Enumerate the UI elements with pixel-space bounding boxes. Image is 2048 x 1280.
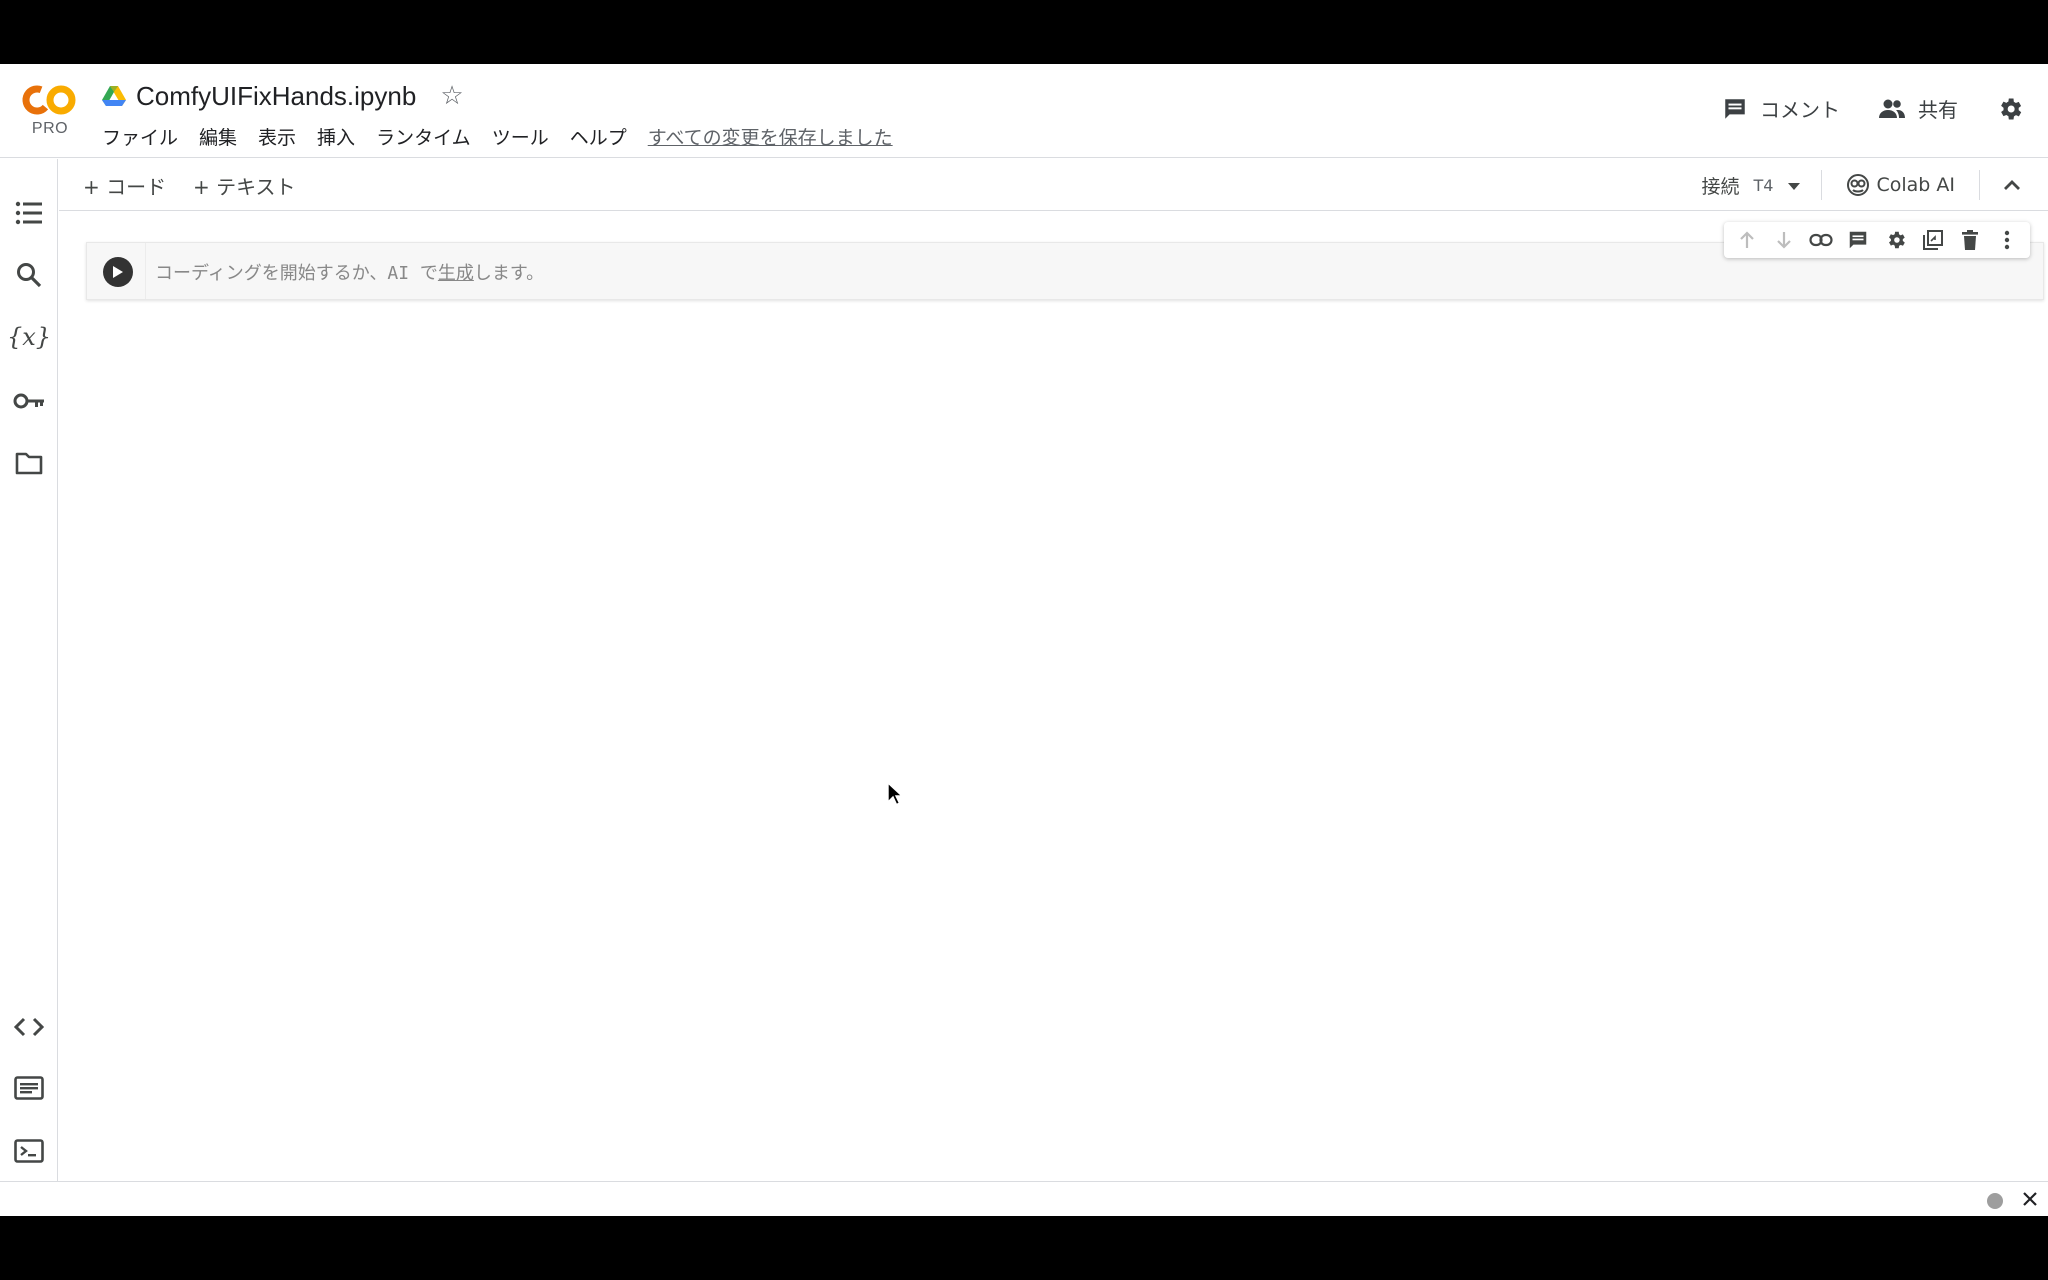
status-bar (0, 1181, 2048, 1216)
terminal-icon[interactable] (13, 1135, 45, 1167)
cell-toolbar (1724, 222, 2030, 258)
chevron-up-icon[interactable] (1980, 178, 2022, 192)
colab-logo-icon (22, 85, 76, 115)
move-up-icon[interactable] (1728, 222, 1765, 258)
letterbox-bottom (0, 1216, 2048, 1280)
trash-icon[interactable] (1952, 222, 1989, 258)
google-drive-icon (102, 85, 126, 107)
cell-editor-placeholder[interactable]: コーディングを開始するか、AI で 生成 します。 (155, 257, 544, 287)
menu-tools[interactable]: ツール (492, 123, 549, 150)
people-icon (1878, 97, 1906, 121)
menu-bar: ファイル 編集 表示 挿入 ランタイム ツール ヘルプ すべての変更を保存しまし… (102, 122, 893, 150)
secrets-key-icon[interactable] (13, 385, 45, 417)
close-icon[interactable] (2018, 1187, 2042, 1211)
link-icon[interactable] (1803, 222, 1840, 258)
files-folder-icon[interactable] (13, 447, 45, 479)
comment-label: コメント (1760, 98, 1840, 122)
title-row: ComfyUIFixHands.ipynb ☆ (102, 78, 464, 114)
left-sidebar: {x} (0, 159, 58, 1181)
notebook-toolbar: + コード + テキスト 接続 T4 Colab AI (59, 159, 2048, 211)
comment-icon[interactable] (1840, 222, 1877, 258)
add-text-button[interactable]: + テキスト (193, 171, 296, 200)
save-status-link[interactable]: すべての変更を保存しました (648, 123, 893, 150)
more-vert-icon[interactable] (1989, 222, 2026, 258)
code-snippets-icon[interactable] (13, 1011, 45, 1043)
comment-icon (1722, 96, 1748, 122)
search-icon[interactable] (13, 259, 45, 291)
colab-app: PRO ComfyUIFixHands.ipynb ☆ ファイル 編集 表示 挿… (0, 64, 2048, 1216)
move-down-icon[interactable] (1765, 222, 1802, 258)
variables-icon[interactable]: {x} (7, 321, 51, 353)
comment-button[interactable]: コメント (1722, 94, 1840, 123)
generate-link[interactable]: 生成 (438, 259, 474, 285)
status-indicator-icon (1987, 1193, 2003, 1209)
settings-button[interactable] (1996, 95, 2024, 123)
runtime-type: T4 (1753, 175, 1774, 195)
command-palette-icon[interactable] (13, 1072, 45, 1104)
mouse-cursor-icon (887, 781, 904, 806)
connect-button[interactable]: 接続 T4 (1702, 172, 1822, 199)
colab-ai-label: Colab AI (1876, 174, 1955, 196)
menu-file[interactable]: ファイル (102, 123, 178, 150)
mirror-cell-icon[interactable] (1914, 222, 1951, 258)
table-of-contents-icon[interactable] (13, 197, 45, 229)
share-label: 共有 (1918, 98, 1958, 122)
notebook-title[interactable]: ComfyUIFixHands.ipynb (136, 81, 416, 112)
gear-icon (1996, 95, 2024, 123)
cell-gutter-divider (145, 243, 146, 299)
header-actions: コメント 共有 (1684, 94, 2024, 123)
connect-label: 接続 (1701, 175, 1740, 198)
placeholder-text: コーディングを開始するか、AI で (155, 263, 438, 284)
star-icon[interactable]: ☆ (440, 83, 463, 109)
share-button[interactable]: 共有 (1878, 94, 1958, 123)
colab-ai-icon (1846, 173, 1870, 197)
menu-runtime[interactable]: ランタイム (376, 123, 471, 150)
menu-help[interactable]: ヘルプ (570, 123, 627, 150)
caret-down-icon[interactable] (1787, 174, 1801, 196)
menu-insert[interactable]: 挿入 (317, 123, 355, 150)
menu-edit[interactable]: 編集 (199, 123, 237, 150)
add-code-button[interactable]: + コード (83, 171, 166, 200)
colab-ai-button[interactable]: Colab AI (1822, 173, 1979, 197)
pro-badge: PRO (31, 120, 69, 137)
header: PRO ComfyUIFixHands.ipynb ☆ ファイル 編集 表示 挿… (0, 64, 2048, 158)
colab-logo[interactable]: PRO (20, 80, 80, 140)
run-cell-button[interactable] (103, 257, 133, 287)
toolbar-right: 接続 T4 Colab AI (1702, 169, 2022, 201)
letterbox-top (0, 0, 2048, 64)
play-icon (113, 266, 123, 278)
menu-view[interactable]: 表示 (258, 123, 296, 150)
placeholder-text-end: します。 (473, 263, 545, 284)
gear-icon[interactable] (1877, 222, 1914, 258)
